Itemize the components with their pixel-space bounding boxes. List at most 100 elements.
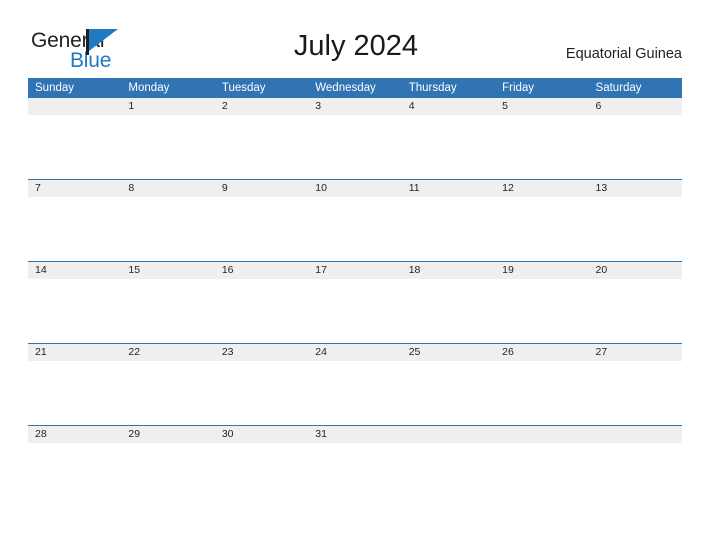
- day-number: 28: [28, 426, 122, 443]
- weekday-header-friday: Friday: [495, 78, 589, 98]
- day-events-area[interactable]: [28, 279, 122, 342]
- day-cell[interactable]: 26: [495, 343, 589, 426]
- day-events-area[interactable]: [28, 115, 122, 178]
- weekday-header-saturday: Saturday: [588, 78, 682, 98]
- day-events-area[interactable]: [308, 279, 402, 342]
- day-cell[interactable]: 4: [401, 97, 496, 180]
- day-events-area[interactable]: [588, 443, 682, 506]
- day-cell[interactable]: 24: [308, 343, 402, 426]
- day-number: 17: [308, 262, 402, 279]
- day-cell[interactable]: 27: [588, 343, 682, 426]
- day-events-area[interactable]: [121, 115, 215, 178]
- day-number: 16: [214, 262, 309, 279]
- day-cell[interactable]: 7: [28, 179, 122, 262]
- day-number: 3: [308, 98, 402, 115]
- day-events-area[interactable]: [401, 443, 496, 506]
- flag-triangle-shape: [89, 29, 118, 51]
- day-cell[interactable]: 18: [401, 261, 496, 344]
- day-events-area[interactable]: [214, 197, 309, 260]
- day-events-area[interactable]: [28, 197, 122, 260]
- day-cell[interactable]: [401, 425, 496, 507]
- day-cell[interactable]: [28, 97, 122, 180]
- day-events-area[interactable]: [588, 279, 682, 342]
- day-number: 2: [214, 98, 309, 115]
- day-cell[interactable]: 5: [495, 97, 589, 180]
- day-events-area[interactable]: [121, 279, 215, 342]
- day-number: 24: [308, 344, 402, 361]
- day-cell[interactable]: 17: [308, 261, 402, 344]
- week-row: 28 29 30 31: [28, 425, 682, 507]
- day-events-area[interactable]: [214, 443, 309, 506]
- day-number: 13: [588, 180, 682, 197]
- day-events-area[interactable]: [401, 197, 496, 260]
- weekday-header-row: Sunday Monday Tuesday Wednesday Thursday…: [28, 78, 682, 98]
- day-events-area[interactable]: [28, 443, 122, 506]
- day-cell[interactable]: 29: [121, 425, 215, 507]
- day-number: 31: [308, 426, 402, 443]
- week-row: 14 15 16 17 18 19 20: [28, 261, 682, 344]
- day-events-area[interactable]: [214, 361, 309, 424]
- day-number: 6: [588, 98, 682, 115]
- day-events-area[interactable]: [401, 115, 496, 178]
- blue-triangle-flag-icon: [86, 29, 120, 55]
- day-number: 4: [401, 98, 496, 115]
- day-events-area[interactable]: [308, 443, 402, 506]
- day-events-area[interactable]: [28, 361, 122, 424]
- day-number: 19: [495, 262, 589, 279]
- day-cell[interactable]: 9: [214, 179, 309, 262]
- day-number: 5: [495, 98, 589, 115]
- day-events-area[interactable]: [121, 361, 215, 424]
- day-cell[interactable]: 13: [588, 179, 682, 262]
- day-cell[interactable]: 23: [214, 343, 309, 426]
- day-number: 30: [214, 426, 309, 443]
- day-cell[interactable]: 15: [121, 261, 215, 344]
- day-cell[interactable]: 2: [214, 97, 309, 180]
- day-events-area[interactable]: [495, 279, 589, 342]
- day-cell[interactable]: 8: [121, 179, 215, 262]
- day-events-area[interactable]: [308, 361, 402, 424]
- day-cell[interactable]: 25: [401, 343, 496, 426]
- day-cell[interactable]: 6: [588, 97, 682, 180]
- weekday-header-sunday: Sunday: [28, 78, 122, 98]
- day-cell[interactable]: 1: [121, 97, 215, 180]
- day-events-area[interactable]: [401, 361, 496, 424]
- day-events-area[interactable]: [588, 361, 682, 424]
- day-events-area[interactable]: [308, 115, 402, 178]
- day-cell[interactable]: 19: [495, 261, 589, 344]
- day-cell[interactable]: [588, 425, 682, 507]
- day-events-area[interactable]: [308, 197, 402, 260]
- day-events-area[interactable]: [495, 115, 589, 178]
- day-cell[interactable]: [495, 425, 589, 507]
- day-events-area[interactable]: [495, 197, 589, 260]
- day-cell[interactable]: 20: [588, 261, 682, 344]
- day-cell[interactable]: 10: [308, 179, 402, 262]
- day-cell[interactable]: 16: [214, 261, 309, 344]
- general-blue-logo[interactable]: General Blue: [31, 29, 151, 72]
- day-cell[interactable]: 22: [121, 343, 215, 426]
- day-number: 22: [121, 344, 215, 361]
- day-number: 8: [121, 180, 215, 197]
- day-events-area[interactable]: [588, 115, 682, 178]
- day-cell[interactable]: 30: [214, 425, 309, 507]
- day-cell[interactable]: 31: [308, 425, 402, 507]
- day-events-area[interactable]: [214, 115, 309, 178]
- day-number: 18: [401, 262, 496, 279]
- day-events-area[interactable]: [121, 443, 215, 506]
- day-cell[interactable]: 28: [28, 425, 122, 507]
- day-events-area[interactable]: [588, 197, 682, 260]
- locale-label: Equatorial Guinea: [565, 46, 682, 62]
- day-cell[interactable]: 12: [495, 179, 589, 262]
- weekday-header-thursday: Thursday: [401, 78, 496, 98]
- day-cell[interactable]: 11: [401, 179, 496, 262]
- week-row: 7 8 9 10 11 12 13: [28, 179, 682, 262]
- day-number: [588, 426, 682, 443]
- day-events-area[interactable]: [121, 197, 215, 260]
- day-cell[interactable]: 3: [308, 97, 402, 180]
- day-events-area[interactable]: [214, 279, 309, 342]
- day-events-area[interactable]: [401, 279, 496, 342]
- day-events-area[interactable]: [495, 361, 589, 424]
- day-cell[interactable]: 21: [28, 343, 122, 426]
- day-events-area[interactable]: [495, 443, 589, 506]
- day-number: 12: [495, 180, 589, 197]
- day-cell[interactable]: 14: [28, 261, 122, 344]
